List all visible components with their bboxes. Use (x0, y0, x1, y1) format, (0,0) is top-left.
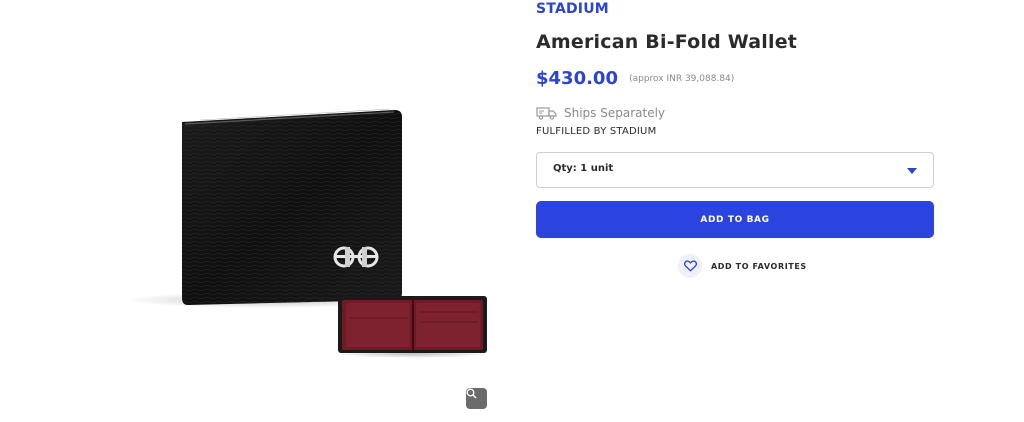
price-row: $430.00 (approx INR 39,088.84) (536, 68, 734, 89)
product-price: $430.00 (536, 68, 618, 89)
wallet-product-image (125, 108, 490, 358)
chevron-down-icon (907, 168, 917, 174)
fulfilled-by-text: FULFILLED BY STADIUM (536, 126, 657, 137)
shipping-info: Ships Separately (536, 106, 665, 120)
quantity-select[interactable]: Qty: 1 unit (536, 152, 934, 188)
add-to-favorites-button[interactable]: ADD TO FAVORITES (678, 254, 807, 278)
product-title: American Bi-Fold Wallet (536, 31, 798, 53)
truck-icon (536, 107, 557, 120)
product-page: STADIUM American Bi-Fold Wallet $430.00 … (0, 0, 1024, 422)
add-to-bag-button[interactable]: ADD TO BAG (536, 201, 934, 238)
approx-price: (approx INR 39,088.84) (629, 74, 735, 84)
favorites-label: ADD TO FAVORITES (711, 261, 807, 271)
shipping-text: Ships Separately (564, 106, 666, 120)
zoom-button[interactable] (466, 388, 487, 409)
quantity-value: Qty: 1 unit (553, 163, 614, 174)
magnifier-icon (466, 388, 477, 399)
brand-link[interactable]: STADIUM (536, 1, 609, 17)
heart-icon (678, 254, 702, 278)
product-image-gallery (0, 0, 500, 422)
